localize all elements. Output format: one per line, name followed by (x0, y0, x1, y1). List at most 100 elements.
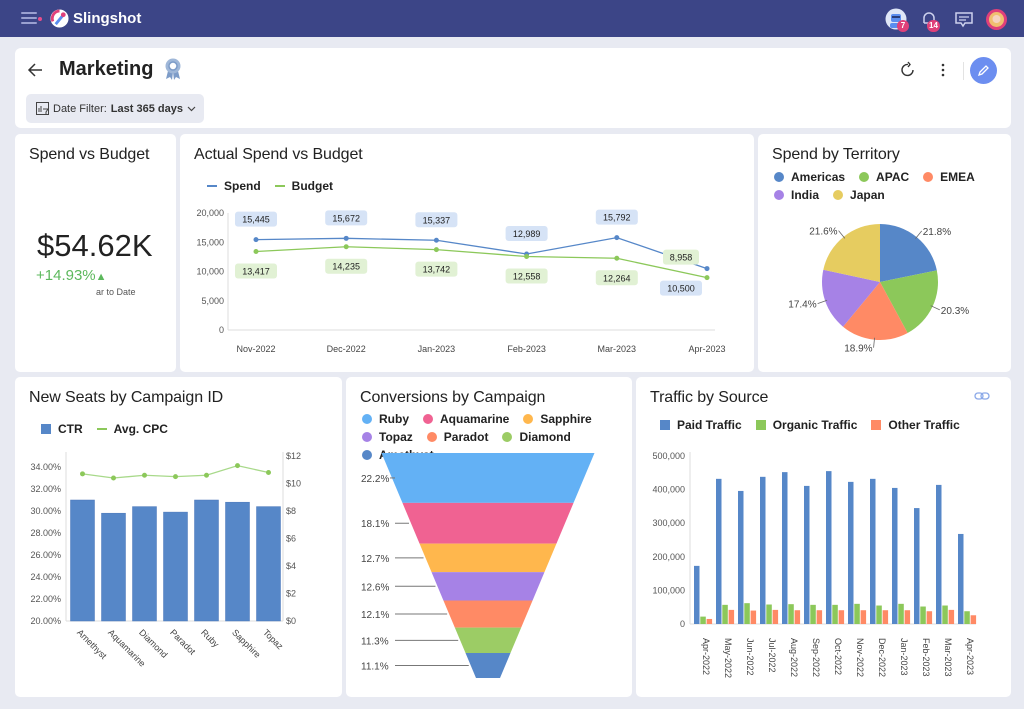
bar-ctr (132, 506, 157, 622)
y-tick-label-left: 24.00% (30, 572, 61, 582)
y-tick-label-right: $8 (286, 506, 296, 516)
x-tick-label: Dec-2022 (327, 344, 366, 354)
back-arrow-icon[interactable] (27, 62, 43, 78)
series-line-budget (255, 246, 708, 279)
kpi-delta: +14.93%▲ (36, 267, 107, 284)
spend-by-territory-card[interactable]: Spend by Territory Americas APAC EMEA India… (758, 134, 1011, 372)
bar-organic-traffic (964, 611, 970, 624)
x-tick-label: Jun-2022 (745, 638, 755, 676)
funnel-stage-paradot (443, 600, 533, 628)
data-point (343, 244, 349, 250)
x-tick-label: Aug-2022 (789, 638, 799, 677)
edit-dashboard-button[interactable] (970, 57, 997, 84)
y-tick-label-left: 22.00% (30, 594, 61, 604)
y-tick-label: 400,000 (652, 485, 685, 495)
x-tick-label: Amethyst (75, 627, 109, 661)
bar-organic-traffic (898, 603, 904, 624)
up-triangle-icon: ▲ (95, 271, 107, 283)
data-point (235, 463, 240, 469)
top-bar: Slingshot 7 14 (0, 0, 1024, 37)
bar-other-traffic (838, 610, 845, 624)
data-point (266, 470, 271, 475)
bar-other-traffic (926, 611, 933, 624)
bar-other-traffic (772, 609, 779, 624)
date-filter-button[interactable]: Date Filter: Last 365 days (26, 94, 204, 123)
x-tick-label: May-2022 (723, 638, 733, 678)
y-tick-label: 0 (680, 619, 685, 629)
x-tick-label: Feb-2023 (921, 638, 931, 677)
data-label: 8,958 (670, 253, 693, 263)
bar-organic-traffic (766, 604, 772, 624)
funnel-stage-aquamarine (402, 502, 574, 544)
x-tick-label: Jul-2022 (767, 638, 777, 673)
y-tick-label-right: $0 (286, 616, 296, 626)
seats-combo-chart: 20.00% 22.00% 24.00% 26.00% 28.00% 30.00% 32.0… (30, 451, 301, 669)
y-tick-label: 100,000 (652, 585, 685, 595)
x-tick-label: Oct-2022 (833, 638, 843, 675)
slingshot-logo-icon (50, 9, 69, 28)
bar-organic-traffic (788, 604, 794, 624)
x-tick-label: Paradot (168, 627, 198, 657)
dashboard-header: Marketing Date Filter: Last 365 days (15, 48, 1011, 128)
x-tick-label: Apr-2023 (965, 638, 975, 675)
data-point (614, 235, 620, 241)
refresh-icon[interactable] (899, 61, 917, 79)
funnel-label: 22.2% (361, 474, 389, 485)
more-options-icon[interactable] (939, 62, 947, 78)
award-ribbon-icon (165, 58, 181, 80)
spend-budget-line-chart: 0 5,000 10,000 15,000 20,000 Nov-2022 Dec-2022… (196, 208, 725, 354)
funnel-label: 18.1% (361, 519, 389, 530)
funnel-label: 11.1% (361, 662, 389, 673)
kpi-delta-text: +14.93% (36, 267, 96, 284)
date-filter-value: Last 365 days (110, 102, 183, 115)
y-tick-label: 0 (219, 325, 224, 335)
territory-pie-chart: 21.8% 20.3% 18.9% 17.4% 21.6% (788, 224, 969, 355)
pie-leader-line (915, 230, 923, 239)
conversions-card[interactable]: Conversions by Campaign Ruby Aquamarine Sa… (346, 377, 632, 697)
funnel-stage-amethyst (465, 653, 511, 678)
pie-label: 17.4% (788, 300, 816, 311)
x-tick-label: Nov-2022 (855, 638, 865, 677)
bar-paid-traffic (760, 476, 766, 624)
bar-other-traffic (860, 610, 867, 624)
notifications-button[interactable]: 14 (920, 10, 940, 33)
data-point (343, 235, 349, 241)
x-tick-label: Jan-2023 (899, 638, 909, 676)
data-label: 15,445 (242, 215, 270, 225)
spend-vs-budget-card[interactable]: Spend vs Budget $54.62K +14.93%▲ ar to D… (15, 134, 176, 372)
x-tick-label: Topaz (261, 627, 285, 651)
hamburger-menu-icon[interactable] (21, 12, 37, 24)
notifications-badge: 14 (927, 20, 940, 32)
y-tick-label-left: 34.00% (30, 462, 61, 472)
traffic-by-source-card[interactable]: Traffic by Source Paid Traffic Organic Tr… (636, 377, 1011, 697)
x-tick-label: Apr-2022 (701, 638, 711, 675)
new-seats-card[interactable]: New Seats by Campaign ID CTR Avg. CPC 20… (15, 377, 342, 697)
profile-badge: 7 (897, 20, 909, 32)
y-tick-label: 300,000 (652, 518, 685, 528)
profile-switch-button[interactable]: 7 (885, 8, 909, 35)
y-tick-label-left: 28.00% (30, 528, 61, 538)
data-label: 12,558 (513, 272, 541, 282)
bar-paid-traffic (848, 481, 854, 624)
user-avatar[interactable] (986, 9, 1007, 35)
x-tick-label: Feb-2023 (507, 344, 546, 354)
data-label: 13,417 (242, 267, 270, 277)
bar-ctr (225, 501, 250, 622)
kpi-caption: ar to Date (96, 287, 136, 297)
data-label: 15,337 (423, 215, 451, 225)
y-tick-label: 15,000 (196, 237, 224, 247)
x-tick-label: Nov-2022 (236, 344, 275, 354)
data-point (253, 237, 259, 243)
y-tick-label: 20,000 (196, 208, 224, 218)
actual-spend-vs-budget-card[interactable]: Actual Spend vs Budget Spend Budget 0 5,0… (180, 134, 754, 372)
funnel-stage-topaz (431, 572, 545, 601)
bar-organic-traffic (942, 605, 948, 624)
data-label: 14,235 (332, 262, 360, 272)
messages-button[interactable] (955, 12, 973, 33)
bar-ctr (101, 512, 126, 622)
pie-label: 21.6% (809, 227, 837, 238)
y-tick-label: 10,000 (196, 267, 224, 277)
x-tick-label: Jan-2023 (418, 344, 456, 354)
x-tick-label: Sapphire (230, 627, 263, 660)
bar-organic-traffic (854, 603, 860, 624)
